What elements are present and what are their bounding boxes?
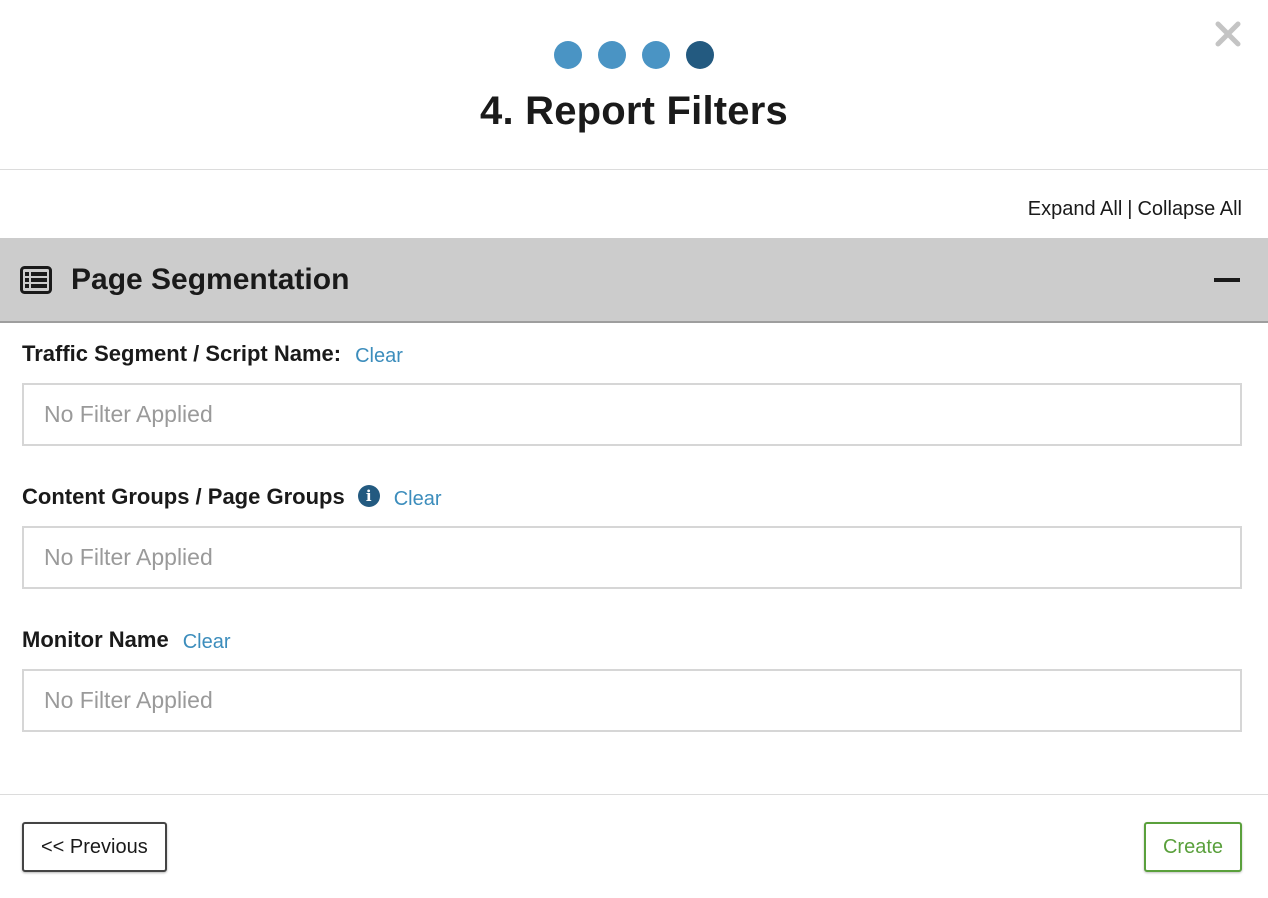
wizard-header: 4. Report Filters <box>0 0 1268 170</box>
expand-all-link[interactable]: Expand All <box>1028 198 1123 221</box>
step-indicator <box>0 0 1268 69</box>
traffic-segment-input[interactable] <box>22 383 1242 446</box>
field-label: Content Groups / Page Groups <box>22 484 345 509</box>
expand-collapse-controls: Expand All | Collapse All <box>0 170 1268 238</box>
filter-field-content-groups: Content Groups / Page Groups i Clear <box>22 468 1242 589</box>
monitor-name-input[interactable] <box>22 669 1242 732</box>
collapse-all-link[interactable]: Collapse All <box>1137 198 1242 221</box>
create-button[interactable]: Create <box>1143 822 1242 872</box>
table-list-icon <box>20 265 52 294</box>
clear-link[interactable]: Clear <box>394 488 442 511</box>
section-title: Page Segmentation <box>71 262 350 296</box>
step-dot-3 <box>642 41 670 69</box>
section-body: Traffic Segment / Script Name: Clear Con… <box>0 325 1268 732</box>
separator: | <box>1127 197 1133 220</box>
filter-field-traffic-segment: Traffic Segment / Script Name: Clear <box>22 325 1242 446</box>
section-header-page-segmentation[interactable]: Page Segmentation <box>0 238 1268 323</box>
clear-link[interactable]: Clear <box>355 345 403 368</box>
content-groups-input[interactable] <box>22 526 1242 589</box>
step-dot-1 <box>554 41 582 69</box>
step-dot-4-current <box>686 41 714 69</box>
close-icon[interactable] <box>1214 20 1242 48</box>
field-label: Traffic Segment / Script Name: <box>22 341 342 366</box>
report-wizard-modal: 4. Report Filters Expand All | Collapse … <box>0 0 1268 898</box>
page-title: 4. Report Filters <box>480 89 788 133</box>
info-icon[interactable]: i <box>357 484 380 507</box>
step-dot-2 <box>598 41 626 69</box>
previous-button[interactable]: << Previous <box>22 822 167 872</box>
filter-field-monitor-name: Monitor Name Clear <box>22 611 1242 732</box>
wizard-footer: << Previous Create <box>0 794 1268 898</box>
minus-icon[interactable] <box>1214 277 1240 282</box>
field-label: Monitor Name <box>22 627 169 652</box>
clear-link[interactable]: Clear <box>183 631 231 654</box>
